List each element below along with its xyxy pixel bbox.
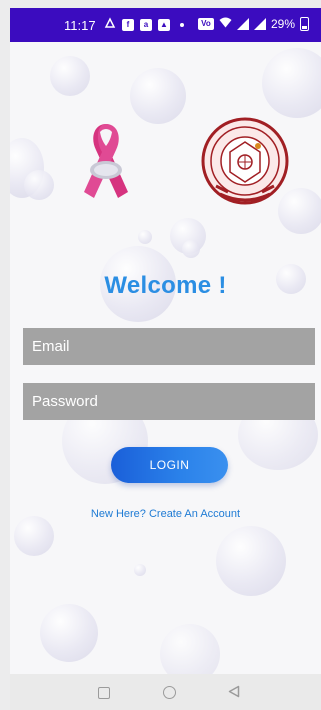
login-button[interactable]: LOGIN xyxy=(111,447,228,483)
background-bubble xyxy=(130,68,186,124)
home-icon[interactable] xyxy=(163,686,176,699)
signal-icon-2 xyxy=(253,18,266,30)
background-bubble xyxy=(134,564,146,576)
background-bubble xyxy=(40,604,98,662)
image-icon: ▲ xyxy=(158,18,170,31)
app-icon: a xyxy=(140,18,152,31)
volte-icon: Vo xyxy=(197,18,214,30)
wifi-icon xyxy=(219,17,232,31)
app-screen: 11:17 f a ▲ Vo 29% Welcome ! Email LOGIN… xyxy=(10,8,321,710)
email-field[interactable] xyxy=(23,328,315,365)
navigation-bar xyxy=(10,674,321,710)
password-field[interactable] xyxy=(23,383,315,420)
signal-icon xyxy=(236,18,249,30)
status-time: 11:17 xyxy=(64,18,96,33)
background-bubble xyxy=(138,230,152,244)
system-icons: Vo 29% xyxy=(197,17,309,31)
battery-percent: 29% xyxy=(270,17,295,31)
background-bubble xyxy=(14,516,54,556)
notification-icon: f xyxy=(122,18,134,31)
background-bubble xyxy=(262,48,321,118)
pink-ribbon-logo xyxy=(76,120,136,206)
status-bar: 11:17 f a ▲ Vo 29% xyxy=(10,8,321,42)
vpn-icon xyxy=(104,17,116,32)
back-icon[interactable] xyxy=(228,685,240,703)
battery-icon xyxy=(300,17,309,31)
more-notifications-icon xyxy=(180,22,184,27)
institute-seal-logo xyxy=(198,114,292,208)
notification-icons: f a ▲ xyxy=(104,17,184,32)
background-bubble xyxy=(182,240,200,258)
welcome-heading: Welcome ! xyxy=(104,272,227,299)
recents-icon[interactable] xyxy=(98,687,110,699)
create-account-link[interactable]: New Here? Create An Account xyxy=(10,508,321,520)
background-bubble xyxy=(24,170,54,200)
background-bubble xyxy=(216,526,286,596)
background-bubble xyxy=(50,56,90,96)
